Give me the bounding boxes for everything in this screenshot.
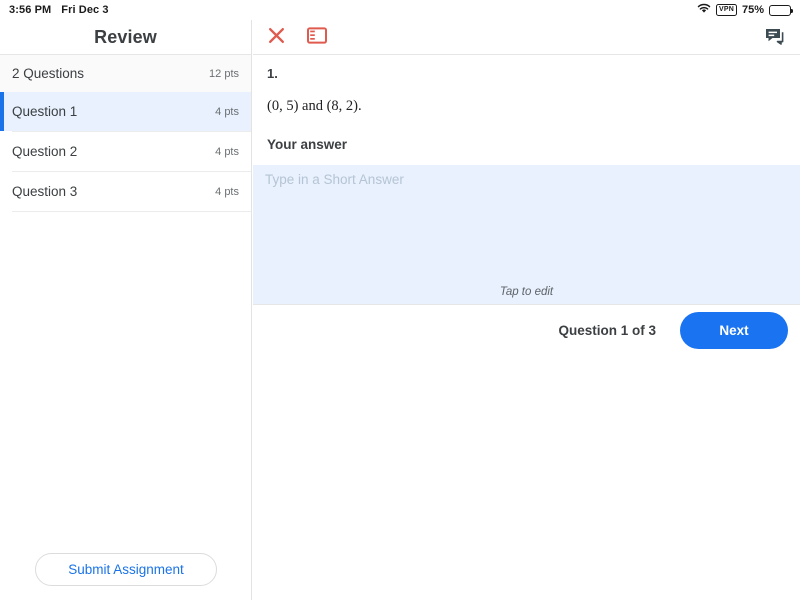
comments-button[interactable] — [764, 27, 786, 49]
question-navigation: Question 1 of 3 Next — [253, 304, 800, 356]
battery-icon — [769, 4, 794, 16]
comments-icon — [764, 27, 786, 49]
sidebar-item-question-1[interactable]: Question 1 4 pts — [0, 92, 251, 131]
next-button[interactable]: Next — [680, 312, 788, 349]
answer-placeholder: Type in a Short Answer — [265, 172, 404, 187]
toolbar-right-group — [764, 20, 786, 55]
question-number: 1. — [267, 66, 278, 81]
question-label: Question 1 — [12, 104, 78, 119]
status-bar: 3:56 PM Fri Dec 3 VPN 75% — [0, 0, 800, 20]
question-list: Question 1 4 pts Question 2 4 pts Questi… — [0, 92, 251, 212]
sidebar-item-question-2[interactable]: Question 2 4 pts — [0, 132, 251, 171]
content-toolbar — [253, 20, 800, 55]
status-time: 3:56 PM — [9, 4, 52, 16]
question-points: 4 pts — [215, 105, 239, 118]
sidebar-header: Review — [0, 20, 251, 55]
status-date: Fri Dec 3 — [61, 4, 109, 16]
wifi-icon — [697, 3, 711, 17]
sidebar-item-question-3[interactable]: Question 3 4 pts — [0, 172, 251, 211]
short-answer-input[interactable]: Type in a Short Answer Tap to edit — [253, 165, 800, 304]
question-label: Question 2 — [12, 144, 78, 159]
question-label: Question 3 — [12, 184, 78, 199]
page-title: Review — [94, 26, 157, 47]
close-button[interactable] — [267, 26, 286, 48]
submit-assignment-button[interactable]: Submit Assignment — [35, 552, 217, 586]
submit-assignment-container: Submit Assignment — [0, 538, 252, 600]
sidebar-toggle-icon — [307, 27, 327, 47]
questions-summary-row: 2 Questions 12 pts — [0, 55, 251, 92]
content-pane: 1. (0, 5) and (8, 2). Your answer Type i… — [253, 20, 800, 600]
app-root: 3:56 PM Fri Dec 3 VPN 75% Review 2 Quest — [0, 0, 800, 600]
sidebar: Review 2 Questions 12 pts Question 1 4 p… — [0, 20, 252, 600]
status-bar-left: 3:56 PM Fri Dec 3 — [9, 4, 109, 16]
sidebar-toggle-button[interactable] — [307, 27, 327, 47]
question-counter: Question 1 of 3 — [558, 323, 656, 338]
vpn-badge: VPN — [715, 4, 737, 16]
questions-summary-label: 2 Questions — [12, 66, 85, 81]
answer-heading: Your answer — [267, 137, 348, 152]
questions-summary-points: 12 pts — [209, 67, 239, 80]
close-icon — [267, 26, 286, 48]
question-body: 1. (0, 5) and (8, 2). Your answer Type i… — [253, 55, 800, 356]
question-prompt: (0, 5) and (8, 2). — [267, 98, 362, 114]
toolbar-left-group — [267, 26, 327, 48]
question-points: 4 pts — [215, 185, 239, 198]
status-bar-right: VPN 75% — [697, 3, 794, 17]
tap-to-edit-hint: Tap to edit — [499, 286, 554, 298]
question-points: 4 pts — [215, 145, 239, 158]
battery-percent: 75% — [741, 4, 764, 16]
list-divider — [12, 211, 251, 212]
